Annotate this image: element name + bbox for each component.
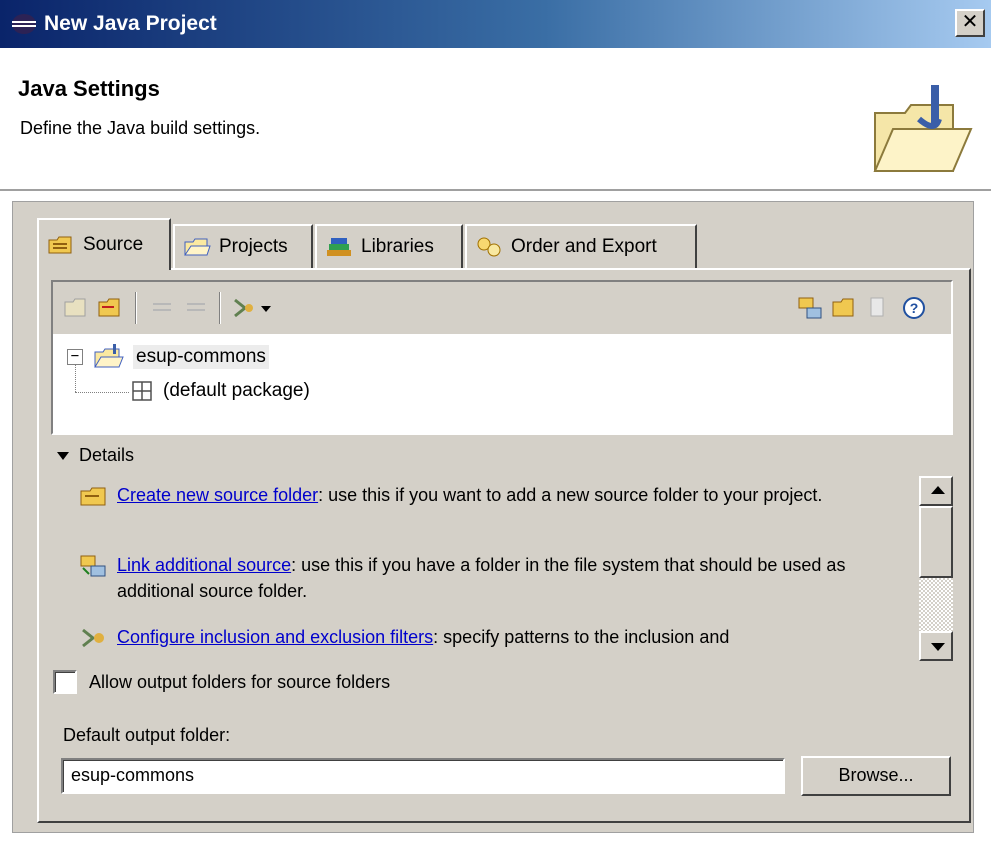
eclipse-icon bbox=[12, 14, 36, 34]
tab-source[interactable]: Source bbox=[37, 218, 171, 270]
tree-connector bbox=[75, 392, 129, 393]
project-name: esup-commons bbox=[133, 345, 269, 369]
details-scrollbar[interactable] bbox=[919, 476, 953, 661]
dropdown-arrow-icon[interactable] bbox=[259, 296, 273, 320]
settings-panel: Source Projects Libraries Order and Expo… bbox=[12, 201, 974, 833]
allow-output-folders-option[interactable]: Allow output folders for source folders bbox=[53, 670, 390, 694]
tree-item-project[interactable]: − esup-commons bbox=[67, 344, 269, 370]
details-label: Details bbox=[79, 445, 135, 465]
package-name: (default package) bbox=[163, 380, 310, 401]
window-title: New Java Project bbox=[44, 12, 217, 35]
allow-output-folders-label: Allow output folders for source folders bbox=[89, 671, 391, 692]
tab-order-export[interactable]: Order and Export bbox=[465, 224, 697, 268]
source-tab-content: ? − esup-commons (default package) Detai… bbox=[37, 268, 971, 823]
move-up-disabled-icon[interactable] bbox=[149, 296, 175, 320]
source-folder-icon bbox=[48, 236, 72, 254]
projects-icon bbox=[184, 238, 211, 256]
tree-toolbar: ? bbox=[53, 282, 951, 334]
dialog-body: Source Projects Libraries Order and Expo… bbox=[0, 191, 991, 841]
order-export-icon bbox=[477, 237, 501, 257]
toolbar-separator bbox=[219, 292, 221, 324]
expand-triangle-icon bbox=[57, 451, 69, 460]
title-bar: New Java Project ✕ bbox=[0, 0, 991, 48]
new-source-folder-icon bbox=[80, 487, 106, 506]
default-output-folder-label: Default output folder: bbox=[63, 725, 231, 745]
source-tree: − esup-commons (default package) bbox=[53, 334, 951, 433]
default-output-folder-input[interactable]: esup-commons bbox=[61, 758, 785, 794]
tree-connector bbox=[75, 364, 76, 392]
help-icon[interactable]: ? bbox=[901, 296, 927, 320]
scroll-thumb[interactable] bbox=[919, 506, 953, 578]
detail-item-create-folder: Create new source folder: use this if yo… bbox=[79, 482, 919, 508]
tab-projects[interactable]: Projects bbox=[173, 224, 313, 268]
detail-item-filters: Configure inclusion and exclusion filter… bbox=[79, 624, 919, 650]
scroll-down-button[interactable] bbox=[919, 631, 953, 661]
detail-item-link-source: Link additional source: use this if you … bbox=[79, 552, 919, 604]
add-folder-disabled-icon[interactable] bbox=[63, 296, 89, 320]
java-project-folder-icon bbox=[873, 85, 973, 172]
package-icon bbox=[132, 381, 152, 401]
link-source-icon bbox=[80, 555, 106, 577]
tab-source-label: Source bbox=[83, 234, 144, 255]
create-source-folder-text: : use this if you want to add a new sour… bbox=[318, 485, 823, 505]
scroll-up-button[interactable] bbox=[919, 476, 953, 506]
link-source-icon[interactable] bbox=[797, 296, 823, 320]
tree-item-default-package[interactable]: (default package) bbox=[131, 380, 310, 402]
page-description: Define the Java build settings. bbox=[20, 118, 261, 138]
details-toggle[interactable]: Details bbox=[57, 445, 134, 466]
tab-libraries[interactable]: Libraries bbox=[315, 224, 463, 268]
wizard-header: Java Settings Define the Java build sett… bbox=[0, 48, 991, 191]
add-source-folder-icon[interactable] bbox=[97, 296, 123, 320]
arrow-up-icon bbox=[931, 486, 945, 494]
libraries-icon bbox=[327, 238, 351, 256]
allow-output-folders-checkbox[interactable] bbox=[53, 670, 77, 694]
toolbar-separator bbox=[135, 292, 137, 324]
browse-button[interactable]: Browse... bbox=[801, 756, 951, 796]
svg-text:?: ? bbox=[910, 300, 919, 316]
configure-filters-text: : specify patterns to the inclusion and bbox=[433, 627, 730, 647]
tab-projects-label: Projects bbox=[219, 236, 288, 257]
source-tree-frame: ? − esup-commons (default package) bbox=[51, 280, 953, 435]
java-project-icon bbox=[94, 344, 124, 368]
remove-disabled-icon[interactable] bbox=[865, 296, 891, 320]
details-content: Create new source folder: use this if yo… bbox=[79, 476, 919, 661]
new-source-folder-icon[interactable] bbox=[831, 296, 857, 320]
create-source-folder-link[interactable]: Create new source folder bbox=[117, 485, 318, 505]
page-title: Java Settings bbox=[18, 76, 160, 101]
collapse-toggle[interactable]: − bbox=[67, 349, 83, 365]
configure-filters-icon[interactable] bbox=[231, 296, 257, 320]
close-button[interactable]: ✕ bbox=[955, 9, 985, 37]
arrow-down-icon bbox=[931, 643, 945, 651]
configure-filters-link[interactable]: Configure inclusion and exclusion filter… bbox=[117, 627, 433, 647]
tab-order-export-label: Order and Export bbox=[511, 236, 657, 257]
tab-libraries-label: Libraries bbox=[361, 236, 434, 257]
link-additional-source-link[interactable]: Link additional source bbox=[117, 555, 291, 575]
filter-icon bbox=[82, 628, 104, 648]
move-down-disabled-icon[interactable] bbox=[183, 296, 209, 320]
